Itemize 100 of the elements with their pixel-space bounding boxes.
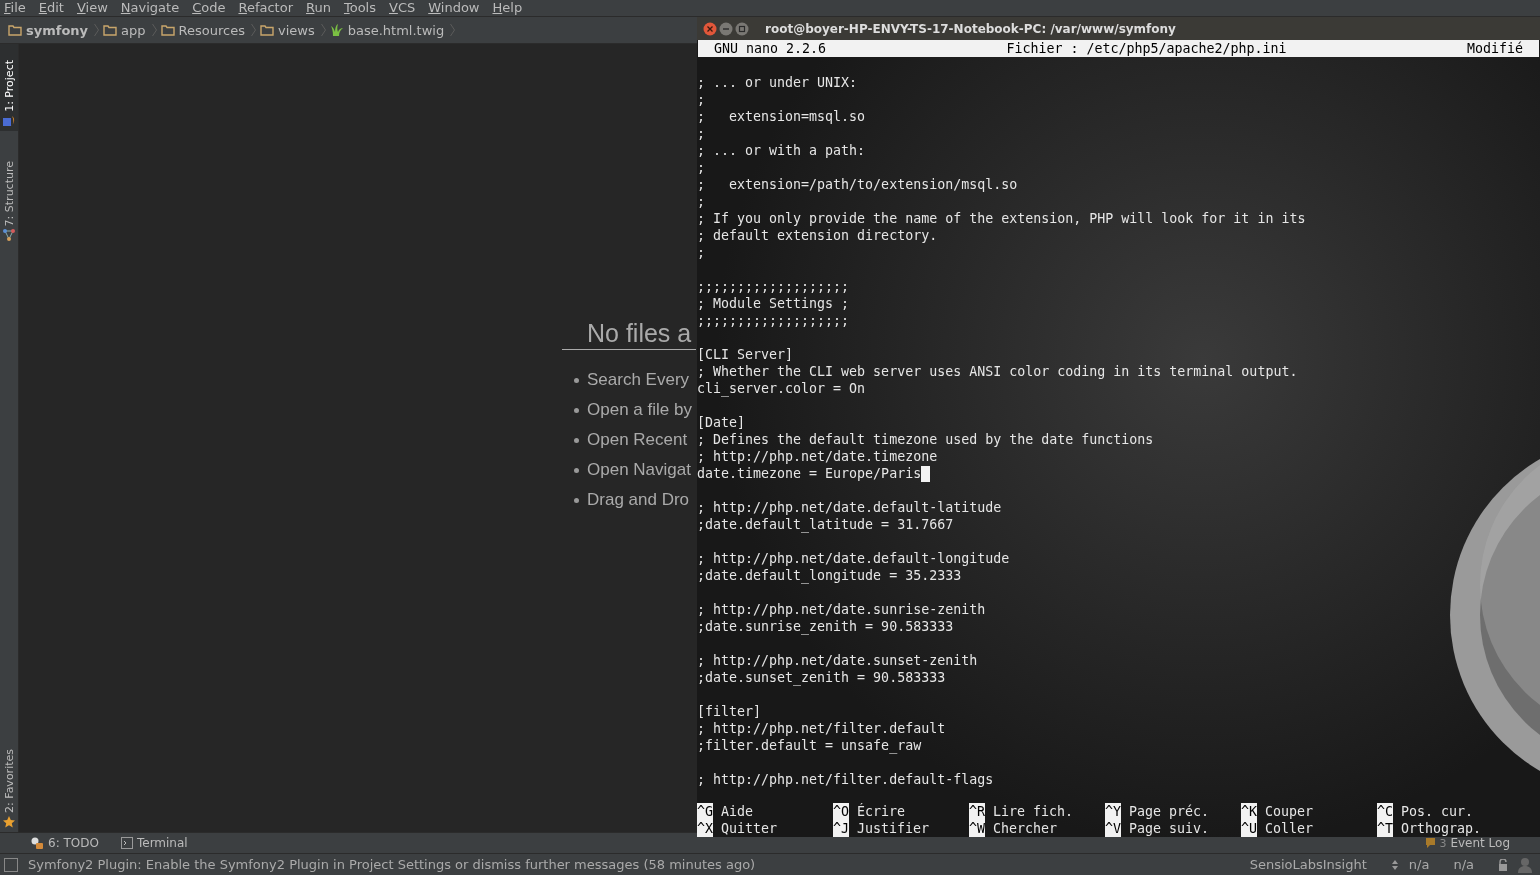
code-line: ; Module Settings ; xyxy=(697,295,850,312)
shortcut-label: Justifier xyxy=(857,820,930,837)
hint-item: Search Every xyxy=(587,370,690,390)
event-log-tab[interactable]: Event Log xyxy=(1450,836,1510,850)
code-line: ;date.default_longitude = 35.2333 xyxy=(697,567,962,584)
lock-icon[interactable] xyxy=(1498,858,1508,871)
tool-tab[interactable]: 6: TODO xyxy=(48,836,99,850)
code-line: ; ... or with a path: xyxy=(697,142,866,159)
code-line: ; xyxy=(697,91,705,108)
chevron-icon xyxy=(320,23,326,37)
folder-icon xyxy=(160,24,175,36)
shortcut-key: ^U xyxy=(1241,820,1257,837)
code-line: ; ... or under UNIX: xyxy=(697,74,858,91)
code-line: [CLI Server] xyxy=(697,346,794,363)
status-message: Symfony2 Plugin: Enable the Symfony2 Plugin in Project Settings or dismiss further messages (58 minutes ago) xyxy=(28,857,756,872)
shortcut-key: ^W xyxy=(969,820,985,837)
code-line: ; extension=/path/to/extension/msql.so xyxy=(697,176,1018,193)
code-line: ; xyxy=(697,193,705,210)
menu-item[interactable]: Help xyxy=(492,0,523,16)
bullet-icon xyxy=(574,407,579,413)
breadcrumb-item[interactable]: Resources xyxy=(178,22,245,38)
bullet-icon xyxy=(574,497,579,503)
chevron-icon xyxy=(94,23,100,37)
nano-version: GNU nano 2.2.6 xyxy=(714,40,827,57)
shortcut-label: Couper xyxy=(1265,803,1314,820)
empty-editor-title: No files a xyxy=(562,318,696,350)
tool-window-tab[interactable]: 2: Favorites xyxy=(0,733,18,832)
breadcrumb-item[interactable]: app xyxy=(121,22,146,38)
panel-toggle-icon[interactable] xyxy=(4,857,18,872)
code-line: [Date] xyxy=(697,414,746,431)
menu-item[interactable]: File xyxy=(4,0,26,16)
code-line: ; Defines the default timezone used by the date functions xyxy=(697,431,1154,448)
shortcut-key: ^O xyxy=(833,803,849,820)
code-line: ;date.sunset_zenith = 90.583333 xyxy=(697,669,946,686)
folder-icon xyxy=(259,24,274,36)
menu-item[interactable]: VCS xyxy=(388,0,416,16)
shortcut-label: Page suiv. xyxy=(1129,820,1210,837)
maximize-icon[interactable] xyxy=(735,21,749,36)
shortcut-label: Chercher xyxy=(993,820,1058,837)
code-line: ; If you only provide the name of the extension, PHP will look for it in its xyxy=(697,210,1306,227)
code-line: ;;;;;;;;;;;;;;;;;;; xyxy=(697,312,850,329)
tool-tab[interactable]: Terminal xyxy=(136,836,188,850)
shortcut-label: Coller xyxy=(1265,820,1314,837)
menu-item[interactable]: Window xyxy=(428,0,480,16)
window-title: root@boyer-HP-ENVY-TS-17-Notebook-PC: /var/www/symfony xyxy=(765,21,1176,36)
code-line: ; Whether the CLI web server uses ANSI color coding in its terminal output. xyxy=(697,363,1298,380)
minimize-icon[interactable] xyxy=(719,21,733,36)
menu-item[interactable]: Navigate xyxy=(120,0,180,16)
shortcut-label: Quitter xyxy=(721,820,778,837)
menu-item[interactable]: View xyxy=(76,0,108,16)
code-line: ; http://php.net/filter.default xyxy=(697,720,946,737)
todo-icon xyxy=(30,837,44,849)
menu-item[interactable]: Tools xyxy=(343,0,376,16)
code-line: cli_server.color = On xyxy=(697,380,866,397)
code-line: ; xyxy=(697,244,705,261)
code-line: ;date.sunrise_zenith = 90.583333 xyxy=(697,618,954,635)
plugin-status[interactable]: SensioLabsInsight xyxy=(1249,857,1367,872)
tool-window-tab[interactable]: 7: Structure xyxy=(0,130,18,246)
chevron-icon xyxy=(450,23,456,37)
shortcut-label: Lire fich. xyxy=(993,803,1074,820)
code-line: ; xyxy=(697,159,705,176)
breadcrumb-item[interactable]: views xyxy=(277,22,315,38)
shortcut-key: ^K xyxy=(1241,803,1257,820)
menu-item[interactable]: Code xyxy=(192,0,226,16)
code-line: [filter] xyxy=(697,703,762,720)
shortcut-label: Aide xyxy=(721,803,754,820)
menu-item[interactable]: Run xyxy=(306,0,331,16)
menu-item[interactable]: Edit xyxy=(38,0,64,16)
status-field: n/a xyxy=(1408,857,1430,872)
shortcut-label: Page préc. xyxy=(1129,803,1210,820)
code-line: ; http://php.net/date.timezone xyxy=(697,448,938,465)
hint-item: Open Navigat xyxy=(587,460,691,480)
code-line: ;filter.default = unsafe_raw xyxy=(697,737,922,754)
speech-bubble-icon xyxy=(1426,838,1436,848)
up-down-arrows-icon[interactable] xyxy=(1390,858,1399,871)
code-line: ; http://php.net/filter.default-flags xyxy=(697,771,994,788)
shortcut-key: ^T xyxy=(1377,820,1393,837)
hint-item: Open Recent xyxy=(587,430,688,450)
bullet-icon xyxy=(574,377,579,383)
close-icon[interactable] xyxy=(703,21,717,36)
menu-item[interactable]: Refactor xyxy=(238,0,293,16)
tool-window-tab[interactable]: 1: Project xyxy=(0,44,18,131)
person-icon[interactable] xyxy=(1518,856,1532,873)
structure-icon xyxy=(3,229,15,242)
code-line: date.timezone = Europe/Paris xyxy=(697,465,922,482)
shortcut-label: Écrire xyxy=(857,803,906,820)
chevron-icon xyxy=(250,23,256,37)
breadcrumb-item[interactable]: base.html.twig xyxy=(347,22,445,38)
shortcut-key: ^C xyxy=(1377,803,1393,820)
hint-item: Drag and Dro xyxy=(587,490,690,510)
status-field: n/a xyxy=(1453,857,1474,872)
shortcut-label: Orthograp. xyxy=(1401,820,1482,837)
code-line: ; default extension directory. xyxy=(697,227,938,244)
bullet-icon xyxy=(574,467,579,473)
code-line: ;;;;;;;;;;;;;;;;;;; xyxy=(697,278,850,295)
breadcrumb-item[interactable]: symfony xyxy=(26,22,89,38)
hint-item: Open a file by xyxy=(587,400,692,420)
bullet-icon xyxy=(574,437,579,443)
code-line: ; xyxy=(697,125,705,142)
file-name: Fichier : /etc/php5/apache2/php.ini xyxy=(1006,40,1287,57)
